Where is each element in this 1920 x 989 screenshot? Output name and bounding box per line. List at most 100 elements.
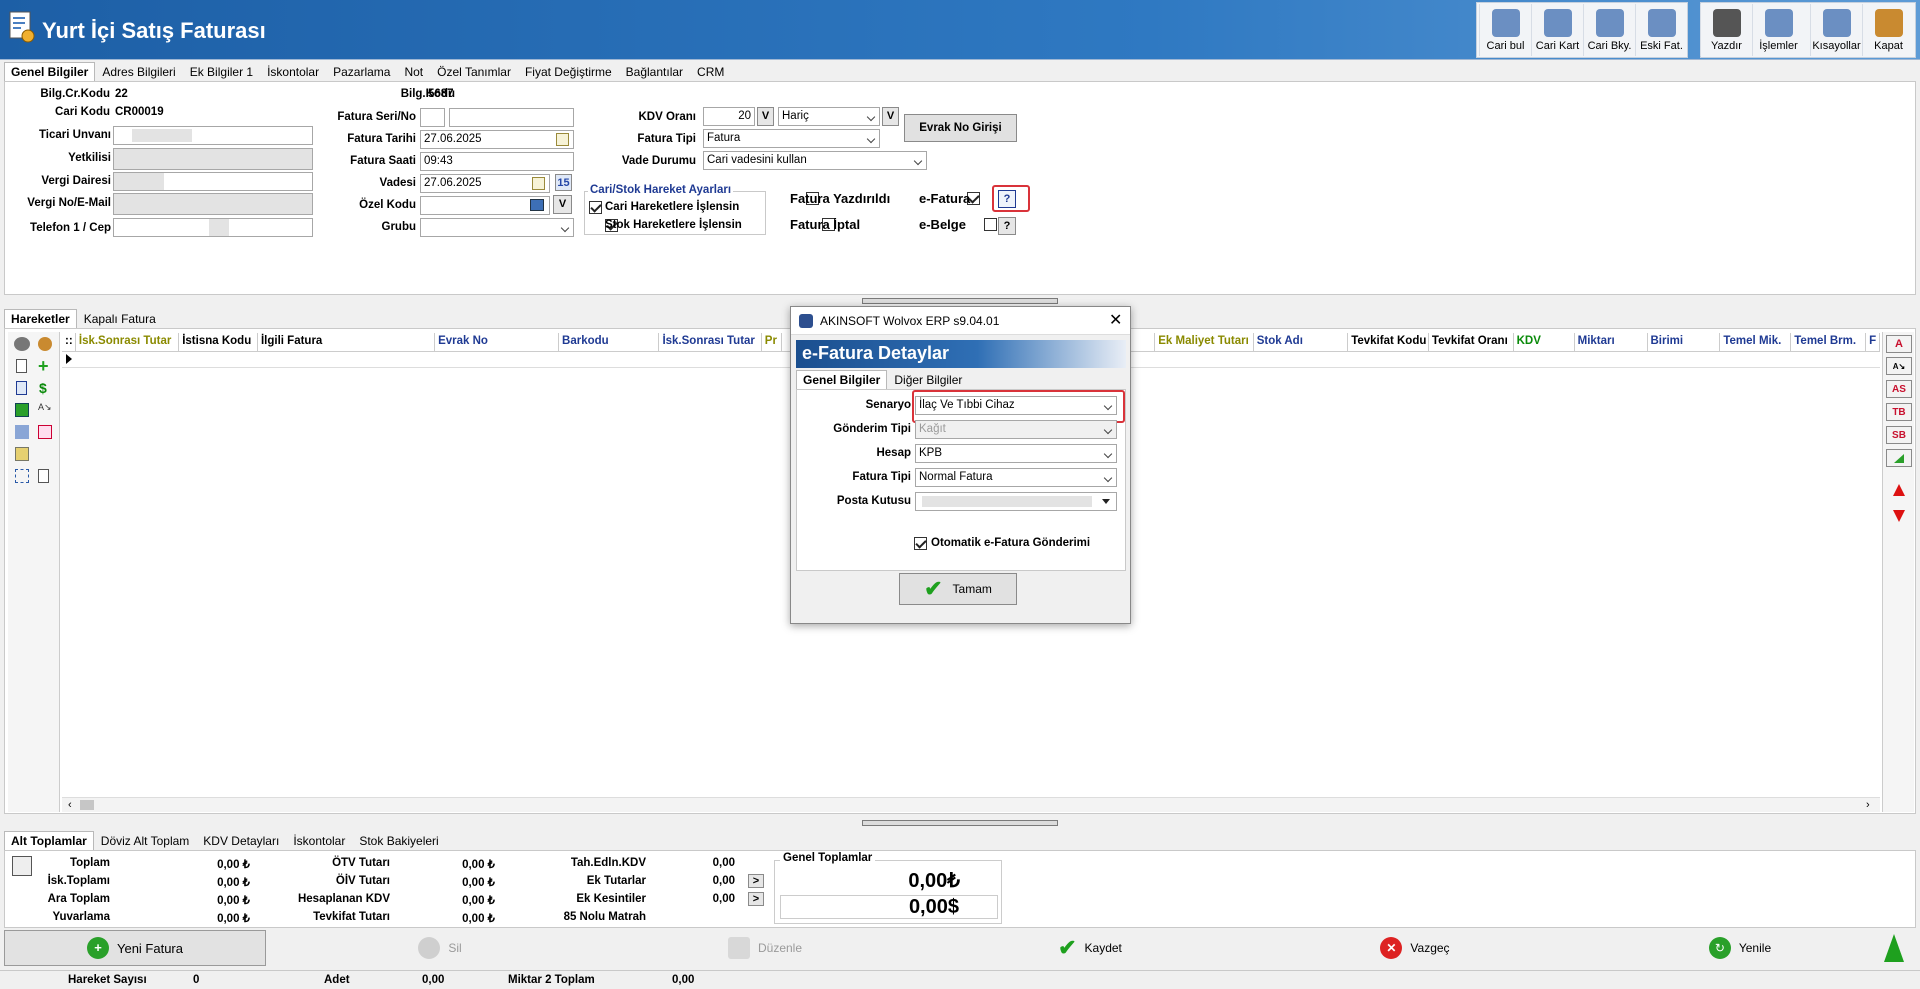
toolbar-button-2[interactable]: Cari Bky.: [1583, 4, 1635, 56]
ozel-kodu-v-button[interactable]: V: [553, 195, 572, 214]
splitter-handle[interactable]: [862, 298, 1058, 304]
yetkilisi-field[interactable]: [113, 148, 313, 170]
vazgec-button[interactable]: ✕ Vazgeç: [1355, 930, 1475, 966]
ozel-kodu-search-icon[interactable]: [530, 199, 544, 211]
kaydet-button[interactable]: ✔ Kaydet: [1030, 930, 1150, 966]
move-down-icon[interactable]: [1893, 510, 1905, 522]
grid-column-header[interactable]: Barkodu: [559, 333, 660, 351]
vergi-dairesi-field[interactable]: [113, 172, 313, 191]
fatura-tipi-select[interactable]: Fatura: [703, 129, 880, 148]
toolbar-button-4[interactable]: Yazdır: [1700, 4, 1752, 56]
grid-column-header[interactable]: İsk.Sonrası Tutar: [76, 333, 180, 351]
side-button-as[interactable]: AS: [1886, 380, 1912, 398]
vade-calendar-icon[interactable]: [532, 177, 545, 190]
grid-column-header[interactable]: Tevkifat Oranı: [1429, 333, 1514, 351]
grid-column-header[interactable]: Stok Adı: [1254, 333, 1349, 351]
grid-column-header[interactable]: Temel Mik.: [1720, 333, 1792, 351]
evrak-no-button[interactable]: Evrak No Girişi: [904, 114, 1017, 142]
scroll-right-icon[interactable]: ›: [1866, 799, 1870, 811]
grubu-select[interactable]: [420, 218, 574, 237]
grid-column-header[interactable]: İlgili Fatura: [258, 333, 436, 351]
kdv-haric-select[interactable]: Hariç: [778, 107, 880, 126]
dialog-tab-0[interactable]: Genel Bilgiler: [796, 370, 888, 390]
otomatik-gonderim-checkbox[interactable]: [914, 537, 927, 550]
scroll-left-icon[interactable]: ‹: [68, 799, 72, 811]
grid-column-header[interactable]: KDV: [1514, 333, 1575, 351]
hesap-select[interactable]: KPB: [915, 444, 1117, 463]
import-icon[interactable]: [15, 403, 29, 417]
close-icon[interactable]: ✕: [1109, 310, 1122, 330]
settings-gear-icon[interactable]: [14, 337, 30, 351]
expand-total-button[interactable]: >: [748, 892, 764, 906]
main-tab-8[interactable]: Bağlantılar: [619, 62, 690, 82]
cari-hareket-checkbox[interactable]: [589, 201, 602, 214]
side-button-sb[interactable]: SB: [1886, 426, 1912, 444]
kdv-v-button[interactable]: V: [757, 107, 774, 126]
grid-column-header[interactable]: F: [1866, 333, 1880, 351]
side-button-tb[interactable]: TB: [1886, 403, 1912, 421]
fatura-no-field[interactable]: [449, 108, 574, 127]
report-icon[interactable]: [15, 447, 29, 461]
toolbar-button-5[interactable]: İşlemler: [1752, 4, 1804, 56]
main-tab-2[interactable]: Ek Bilgiler 1: [183, 62, 260, 82]
main-tab-7[interactable]: Fiyat Değiştirme: [518, 62, 619, 82]
product-icon[interactable]: [38, 337, 52, 351]
ticari-unvan-field[interactable]: [113, 126, 313, 145]
grid-column-header[interactable]: Miktarı: [1575, 333, 1648, 351]
grid-column-header[interactable]: İsk.Sonrası Tutar: [659, 333, 762, 351]
sil-button[interactable]: Sil: [400, 930, 480, 966]
price-icon[interactable]: $: [39, 380, 47, 396]
toolbar-button-1[interactable]: Cari Kart: [1531, 4, 1583, 56]
e-belge-help-button[interactable]: ?: [998, 217, 1016, 235]
main-tab-0[interactable]: Genel Bilgiler: [4, 62, 96, 82]
link-icon[interactable]: [15, 469, 29, 483]
serial-icon[interactable]: [38, 425, 52, 439]
kdv-orani-field[interactable]: 20: [703, 107, 755, 126]
vade-days-icon[interactable]: 15: [555, 174, 572, 191]
detail-tab-0[interactable]: Hareketler: [4, 309, 77, 329]
fatura-tarihi-field[interactable]: 27.06.2025: [420, 130, 574, 149]
expand-up-icon[interactable]: [1884, 934, 1904, 962]
dialog-tab-1[interactable]: Diğer Bilgiler: [887, 370, 969, 390]
telefon-field[interactable]: [113, 218, 313, 237]
totals-tab-1[interactable]: Döviz Alt Toplam: [94, 831, 196, 851]
posta-kutusu-select[interactable]: [915, 492, 1117, 511]
calendar-icon[interactable]: [556, 133, 569, 146]
grid-column-header[interactable]: Evrak No: [435, 333, 560, 351]
toolbar-button-6[interactable]: Kısayollar: [1810, 4, 1862, 56]
grid-column-header[interactable]: Birimi: [1648, 333, 1721, 351]
grid-column-header[interactable]: Pr: [762, 333, 782, 351]
move-up-icon[interactable]: [1893, 484, 1905, 496]
totals-tab-4[interactable]: Stok Bakiyeleri: [352, 831, 445, 851]
side-button-a[interactable]: A: [1886, 335, 1912, 353]
toolbar-button-7[interactable]: Kapat: [1862, 4, 1914, 56]
e-fatura-help-button[interactable]: ?: [998, 190, 1016, 208]
gonderim-select[interactable]: Kağıt: [915, 420, 1117, 439]
vergi-no-field[interactable]: [113, 193, 313, 215]
tamam-button[interactable]: ✔ Tamam: [899, 573, 1017, 605]
main-tab-4[interactable]: Pazarlama: [326, 62, 397, 82]
fatura-saati-field[interactable]: 09:43: [420, 152, 574, 171]
grid-column-header[interactable]: Tevkifat Kodu: [1348, 333, 1429, 351]
grid-column-header[interactable]: Ek Maliyet Tutarı: [1155, 333, 1254, 351]
toolbar-button-0[interactable]: Cari bul: [1479, 4, 1531, 56]
main-tab-5[interactable]: Not: [397, 62, 430, 82]
totals-tab-3[interactable]: İskontolar: [286, 831, 352, 851]
fatura-seri-field[interactable]: [420, 108, 445, 127]
side-button-chart-icon[interactable]: [1886, 449, 1912, 467]
duzenle-button[interactable]: Düzenle: [710, 930, 820, 966]
horizontal-scrollbar[interactable]: ‹ ›: [62, 797, 1880, 812]
yenile-button[interactable]: ↻ Yenile: [1680, 930, 1800, 966]
grid-column-header[interactable]: İstisna Kodu: [179, 333, 258, 351]
vadesi-field[interactable]: 27.06.2025: [420, 174, 550, 193]
main-tab-3[interactable]: İskontolar: [260, 62, 326, 82]
yeni-fatura-button[interactable]: + Yeni Fatura: [4, 930, 266, 966]
new-document-icon[interactable]: [16, 359, 27, 373]
scroll-thumb[interactable]: [80, 800, 94, 810]
splitter-handle-bottom[interactable]: [862, 820, 1058, 826]
kdv-haric-v-button[interactable]: V: [882, 107, 899, 126]
main-tab-9[interactable]: CRM: [690, 62, 731, 82]
e-belge-checkbox[interactable]: [983, 218, 997, 231]
totals-tab-0[interactable]: Alt Toplamlar: [4, 831, 94, 851]
text-format-icon[interactable]: A↘: [38, 402, 52, 413]
